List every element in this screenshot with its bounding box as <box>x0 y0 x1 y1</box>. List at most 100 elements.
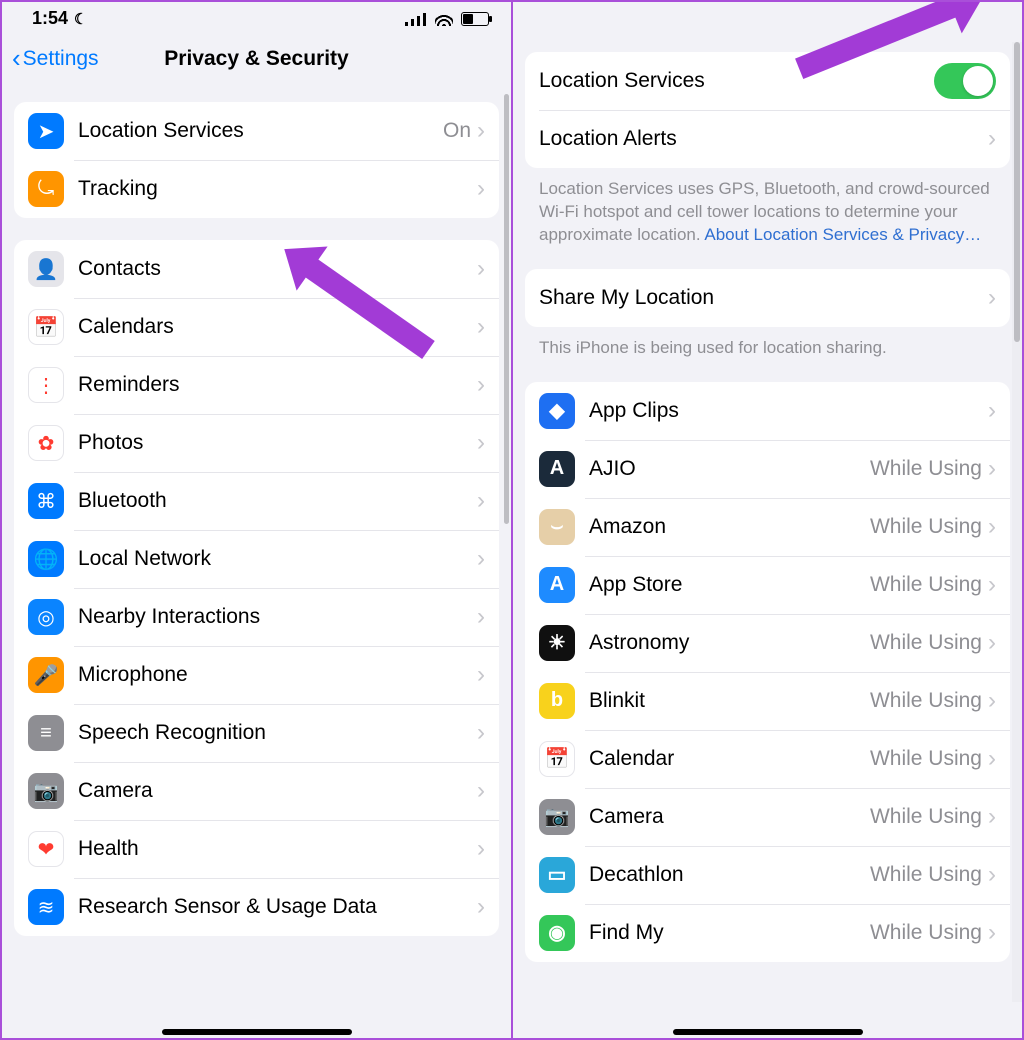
microphone-icon: 🎤 <box>28 657 64 693</box>
chevron-right-icon: › <box>988 284 996 312</box>
row-microphone[interactable]: 🎤Microphone› <box>14 646 499 704</box>
row-calendars[interactable]: 📅Calendars› <box>14 298 499 356</box>
row-ajio[interactable]: AAJIOWhile Using› <box>525 440 1010 498</box>
row-app-store[interactable]: AApp StoreWhile Using› <box>525 556 1010 614</box>
chevron-right-icon: › <box>988 455 996 483</box>
calendars-icon: 📅 <box>28 309 64 345</box>
chevron-right-icon: › <box>988 125 996 153</box>
row-value: While Using <box>870 573 982 597</box>
row-calendar[interactable]: 📅 CalendarWhile Using› <box>525 730 1010 788</box>
row-tracking[interactable]: ⤿ Tracking› <box>14 160 499 218</box>
outer-scrollbar[interactable] <box>1012 42 1022 1002</box>
group-share-location: Share My Location › <box>525 269 1010 327</box>
row-label: Location Alerts <box>539 127 988 151</box>
status-time: 1:54 <box>32 8 68 29</box>
row-label: Tracking <box>78 177 477 201</box>
chevron-left-icon: ‹ <box>12 43 21 74</box>
chevron-right-icon: › <box>988 513 996 541</box>
research-icon: ≋ <box>28 889 64 925</box>
content-scroll-right[interactable]: Location Services Location Alerts › Loca… <box>513 2 1022 1038</box>
row-location-services-toggle[interactable]: Location Services <box>525 52 1010 110</box>
row-find-my[interactable]: ◉Find MyWhile Using› <box>525 904 1010 962</box>
row-camera-app[interactable]: 📷CameraWhile Using› <box>525 788 1010 846</box>
share-location-description: This iPhone is being used for location s… <box>513 337 1022 368</box>
group-location-toggle: Location Services Location Alerts › <box>525 52 1010 168</box>
blinkit-icon: b <box>539 683 575 719</box>
chevron-right-icon: › <box>477 777 485 805</box>
group-privacy-categories: 👤Contacts›📅Calendars›⋮Reminders›✿Photos›… <box>14 240 499 936</box>
row-bluetooth[interactable]: ⌘ Bluetooth› <box>14 472 499 530</box>
chevron-right-icon: › <box>988 803 996 831</box>
chevron-right-icon: › <box>477 835 485 863</box>
row-app-clips[interactable]: ◆App Clips› <box>525 382 1010 440</box>
row-label: Research Sensor & Usage Data <box>78 895 477 919</box>
row-astronomy[interactable]: ☀ AstronomyWhile Using› <box>525 614 1010 672</box>
row-value: While Using <box>870 689 982 713</box>
bluetooth-icon: ⌘ <box>28 483 64 519</box>
chevron-right-icon: › <box>988 745 996 773</box>
dnd-moon-icon: ☾ <box>74 10 87 28</box>
row-reminders[interactable]: ⋮ Reminders› <box>14 356 499 414</box>
chevron-right-icon: › <box>477 429 485 457</box>
row-label: Calendar <box>589 747 870 771</box>
camera-app-icon: 📷 <box>539 799 575 835</box>
row-share-my-location[interactable]: Share My Location › <box>525 269 1010 327</box>
row-label: Camera <box>589 805 870 829</box>
chevron-right-icon: › <box>477 661 485 689</box>
chevron-right-icon: › <box>477 175 485 203</box>
row-value: While Using <box>870 747 982 771</box>
row-value: While Using <box>870 631 982 655</box>
row-research[interactable]: ≋ Research Sensor & Usage Data› <box>14 878 499 936</box>
about-location-privacy-link[interactable]: About Location Services & Privacy… <box>704 225 981 244</box>
chevron-right-icon: › <box>988 919 996 947</box>
astronomy-icon: ☀ <box>539 625 575 661</box>
location-services-toggle[interactable] <box>934 63 996 99</box>
chevron-right-icon: › <box>477 371 485 399</box>
ajio-icon: A <box>539 451 575 487</box>
chevron-right-icon: › <box>477 313 485 341</box>
row-label: Contacts <box>78 257 477 281</box>
chevron-right-icon: › <box>988 629 996 657</box>
chevron-right-icon: › <box>477 117 485 145</box>
screen-privacy-security: 1:54 ☾ ‹ Settings Privacy & Security ➤Lo… <box>0 0 513 1040</box>
calendar-icon: 📅 <box>539 741 575 777</box>
content-scroll[interactable]: ➤Location ServicesOn›⤿Tracking› 👤Contact… <box>2 88 511 1038</box>
reminders-icon: ⋮ <box>28 367 64 403</box>
speech-recognition-icon: ≡ <box>28 715 64 751</box>
chevron-right-icon: › <box>477 545 485 573</box>
health-icon: ❤ <box>28 831 64 867</box>
row-decathlon[interactable]: ▭DecathlonWhile Using› <box>525 846 1010 904</box>
row-speech-recognition[interactable]: ≡Speech Recognition› <box>14 704 499 762</box>
row-health[interactable]: ❤Health› <box>14 820 499 878</box>
row-label: Find My <box>589 921 870 945</box>
scrollbar[interactable] <box>504 94 509 524</box>
row-label: Blinkit <box>589 689 870 713</box>
group-location-tracking: ➤Location ServicesOn›⤿Tracking› <box>14 102 499 218</box>
row-photos[interactable]: ✿Photos› <box>14 414 499 472</box>
back-button[interactable]: ‹ Settings <box>12 43 99 74</box>
row-camera[interactable]: 📷Camera› <box>14 762 499 820</box>
chevron-right-icon: › <box>477 487 485 515</box>
row-label: Astronomy <box>589 631 870 655</box>
row-contacts[interactable]: 👤Contacts› <box>14 240 499 298</box>
row-label: Nearby Interactions <box>78 605 477 629</box>
row-location-alerts[interactable]: Location Alerts › <box>525 110 1010 168</box>
row-local-network[interactable]: 🌐Local Network› <box>14 530 499 588</box>
row-location-services[interactable]: ➤Location ServicesOn› <box>14 102 499 160</box>
chevron-right-icon: › <box>477 255 485 283</box>
row-label: Reminders <box>78 373 477 397</box>
group-apps: ◆App Clips›AAJIOWhile Using›⌣AmazonWhile… <box>525 382 1010 962</box>
row-blinkit[interactable]: bBlinkitWhile Using› <box>525 672 1010 730</box>
app-store-icon: A <box>539 567 575 603</box>
row-amazon[interactable]: ⌣AmazonWhile Using› <box>525 498 1010 556</box>
row-value: While Using <box>870 457 982 481</box>
row-nearby-interactions[interactable]: ◎Nearby Interactions› <box>14 588 499 646</box>
row-label: Share My Location <box>539 286 988 310</box>
row-label: Bluetooth <box>78 489 477 513</box>
chevron-right-icon: › <box>477 893 485 921</box>
status-bar: 1:54 ☾ <box>2 2 511 33</box>
find-my-icon: ◉ <box>539 915 575 951</box>
row-label: Location Services <box>539 69 934 93</box>
tracking-icon: ⤿ <box>28 171 64 207</box>
decathlon-icon: ▭ <box>539 857 575 893</box>
